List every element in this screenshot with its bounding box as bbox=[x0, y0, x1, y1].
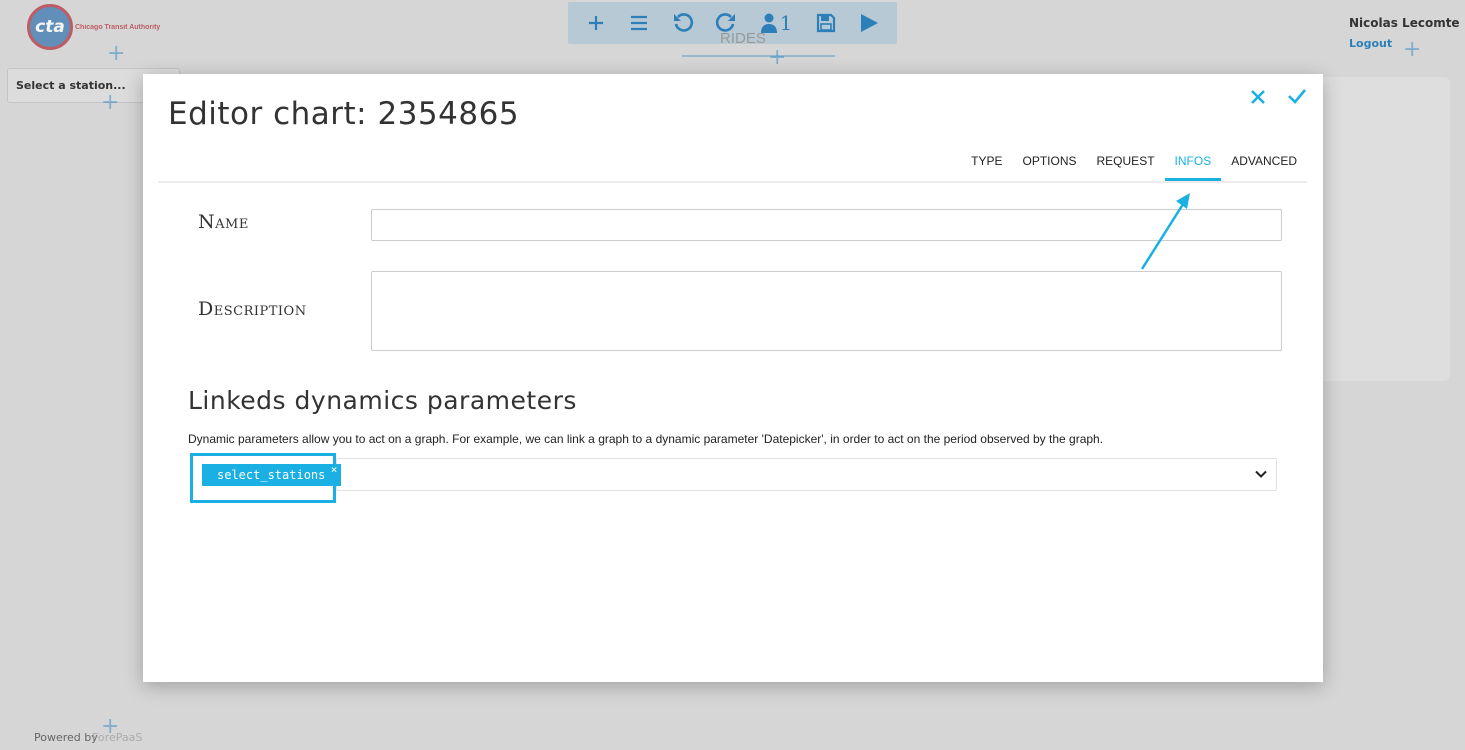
tab-type[interactable]: TYPE bbox=[961, 148, 1012, 181]
powered-by-brand: ForePaaS bbox=[92, 731, 143, 744]
undo-icon[interactable] bbox=[667, 7, 699, 39]
play-icon[interactable] bbox=[853, 7, 885, 39]
powered-by-label: Powered by bbox=[34, 731, 98, 744]
tab-infos[interactable]: INFOS bbox=[1164, 148, 1222, 181]
dashboard-title-underline bbox=[682, 55, 835, 57]
user-count: 1 bbox=[779, 11, 793, 35]
modal-title: Editor chart: 2354865 bbox=[168, 96, 520, 132]
add-widget-icon[interactable]: + bbox=[107, 43, 125, 65]
cta-logo-caption: Chicago Transit Authority bbox=[75, 23, 161, 31]
tab-advanced[interactable]: ADVANCED bbox=[1221, 148, 1307, 181]
check-icon[interactable] bbox=[1285, 84, 1309, 108]
add-widget-icon[interactable]: + bbox=[768, 47, 786, 69]
add-widget-icon[interactable]: + bbox=[101, 92, 119, 114]
dashboard-title: RIDES bbox=[720, 30, 766, 47]
linked-params-description: Dynamic parameters allow you to act on a… bbox=[188, 432, 1104, 446]
tabs-divider bbox=[158, 181, 1307, 183]
cta-logo-mark: cta bbox=[27, 4, 73, 50]
editor-chart-modal: Editor chart: 2354865 TYPE OPTIONS REQUE… bbox=[143, 74, 1323, 682]
selected-param-chip[interactable]: select_stations × bbox=[202, 463, 342, 486]
chevron-down-icon[interactable] bbox=[1252, 465, 1270, 483]
linked-params-title: Linkeds dynamics parameters bbox=[188, 386, 577, 415]
editor-tabs: TYPE OPTIONS REQUEST INFOS ADVANCED bbox=[961, 148, 1307, 181]
logout-link[interactable]: Logout bbox=[1349, 37, 1392, 50]
linked-params-select[interactable] bbox=[336, 458, 1277, 491]
chip-label: select_stations bbox=[217, 468, 326, 482]
cta-logo: cta Chicago Transit Authority bbox=[27, 4, 160, 50]
tab-options[interactable]: OPTIONS bbox=[1013, 148, 1087, 181]
name-input[interactable] bbox=[371, 209, 1282, 241]
menu-icon[interactable] bbox=[623, 7, 655, 39]
save-icon[interactable] bbox=[810, 7, 842, 39]
chip-remove-icon[interactable]: × bbox=[331, 463, 338, 476]
user-name: Nicolas Lecomte bbox=[1349, 16, 1460, 30]
description-label: Description bbox=[198, 298, 307, 320]
name-label: Name bbox=[198, 211, 249, 233]
description-textarea[interactable] bbox=[371, 271, 1282, 351]
tab-request[interactable]: REQUEST bbox=[1087, 148, 1165, 181]
close-icon[interactable] bbox=[1246, 85, 1270, 109]
add-widget-icon[interactable]: + bbox=[1403, 39, 1421, 61]
plus-icon[interactable] bbox=[580, 7, 612, 39]
